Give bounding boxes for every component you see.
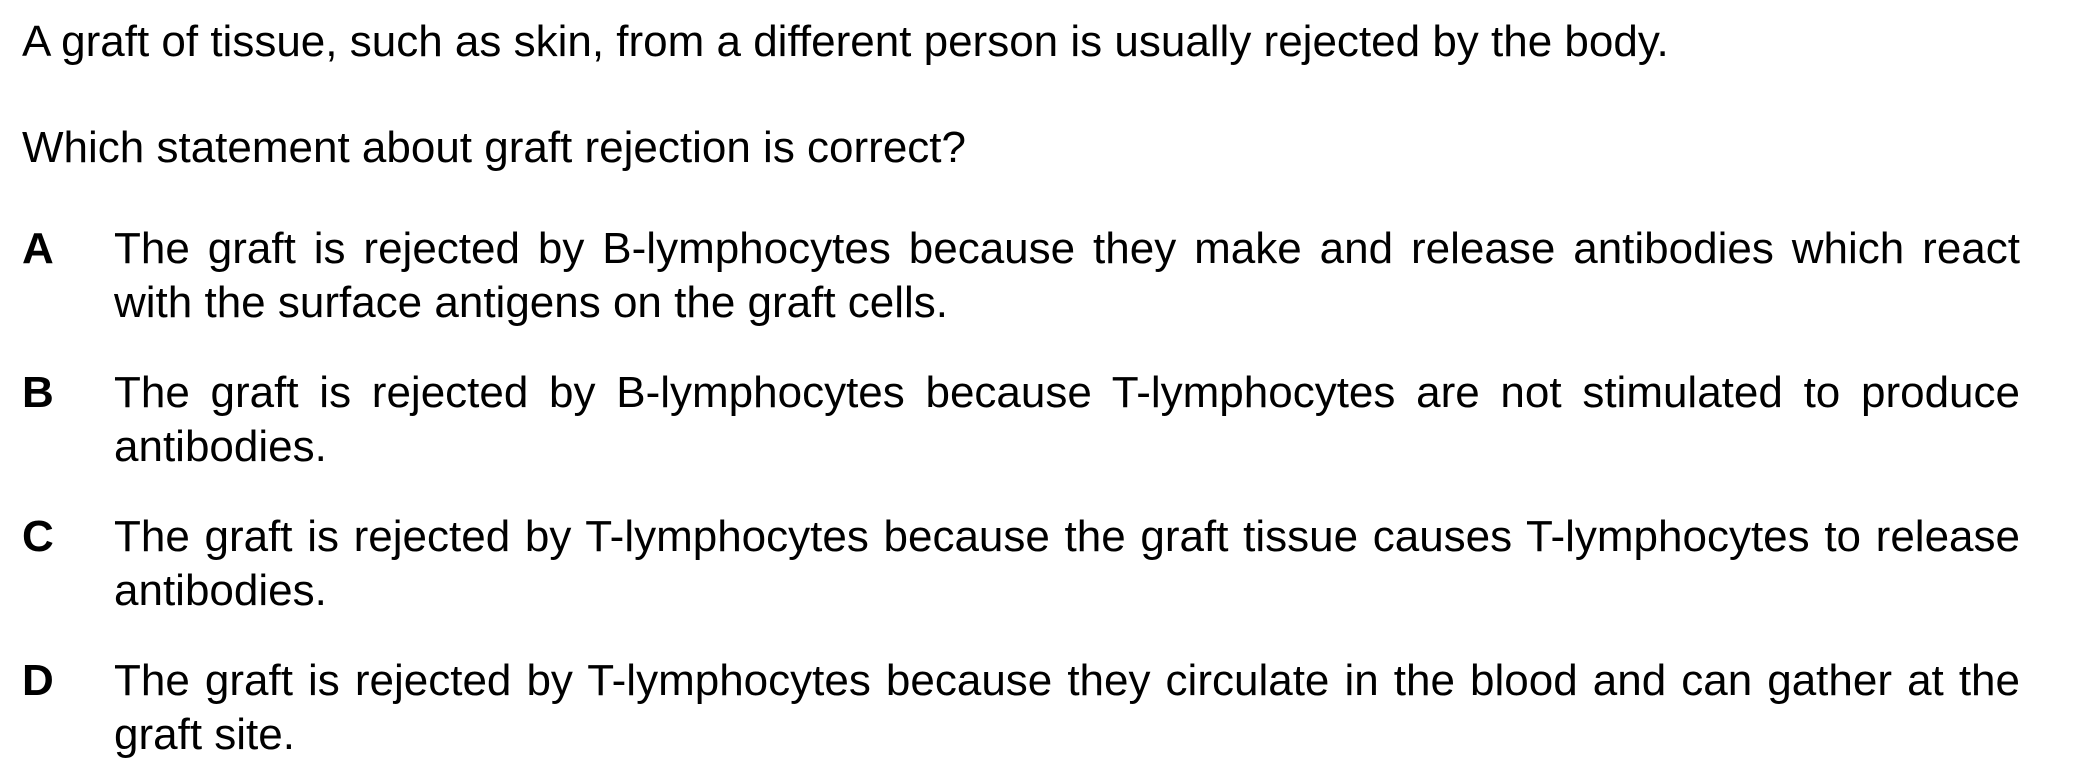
option-b: B The graft is rejected by B-lymphocytes… xyxy=(22,366,2020,474)
option-c: C The graft is rejected by T-lymphocytes… xyxy=(22,510,2020,618)
option-a: A The graft is rejected by B-lymphocytes… xyxy=(22,222,2020,330)
option-text: The graft is rejected by B-lymphocytes b… xyxy=(114,224,2020,327)
option-d: D The graft is rejected by T-lymphocytes… xyxy=(22,654,2020,762)
option-text: The graft is rejected by T-lymphocytes b… xyxy=(114,656,2020,759)
option-text: The graft is rejected by T-lymphocytes b… xyxy=(114,512,2020,615)
question-intro: A graft of tissue, such as skin, from a … xyxy=(22,17,1669,66)
option-letter: C xyxy=(22,512,54,561)
question-prompt: Which statement about graft rejection is… xyxy=(22,123,966,172)
option-letter: D xyxy=(22,656,54,705)
option-letter: A xyxy=(22,224,54,273)
option-text: The graft is rejected by B-lymphocytes b… xyxy=(114,368,2020,471)
option-letter: B xyxy=(22,368,54,417)
